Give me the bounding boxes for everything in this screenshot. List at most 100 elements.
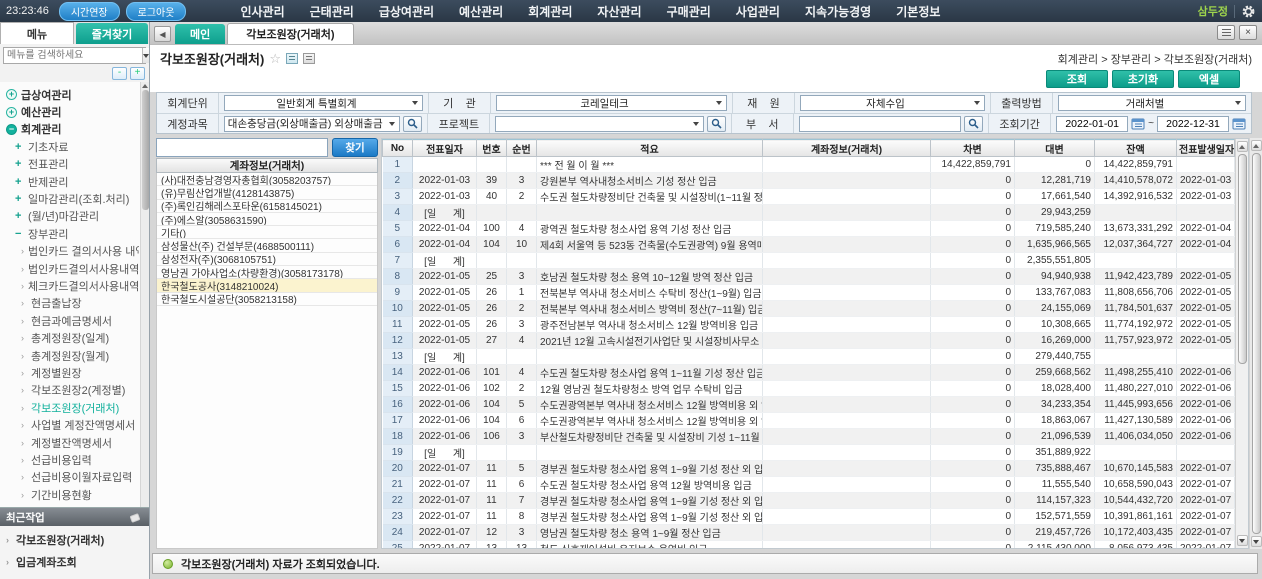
sidebar-item[interactable]: ›총계정원장(월계) [21,347,139,364]
table-row[interactable]: 22022-01-03393강원본부 역사내청소서비스 기성 정산 입금012,… [383,173,1235,189]
table-row[interactable]: 142022-01-061014수도권 철도차량 청소사업 용역 1~11월 기… [383,365,1235,381]
tab-list-icon[interactable] [1217,25,1235,40]
table-row[interactable]: 4[일 계]029,943,259 [383,205,1235,221]
accounting-unit-select[interactable]: 일반회계 특별회계 [224,95,423,111]
table-row[interactable]: 202022-01-07115경부권 철도차량 청소사업 용역 1~9월 기성 … [383,461,1235,477]
table-row[interactable]: 212022-01-07116수도권 철도차량 청소사업 용역 12월 방역비용… [383,477,1235,493]
grid-column-header[interactable]: 차변 [931,140,1015,157]
collapse-all-button[interactable]: - [112,67,127,80]
clear-recent-icon[interactable] [130,512,143,523]
sidebar-item[interactable]: +급상여관리 [6,86,139,103]
grid-column-header[interactable]: 대변 [1015,140,1095,157]
table-row[interactable]: 152022-01-06102212월 영남권 철도차량청소 방역 업무 수탁비… [383,381,1235,397]
expand-icon[interactable]: + [15,158,24,170]
sidebar-item[interactable]: ›각보조원장(거래처) [21,399,139,416]
favorite-star-icon[interactable]: ☆ [269,53,281,65]
capture-icon[interactable] [286,53,298,64]
top-menu-item[interactable]: 구매관리 [667,3,711,20]
calendar-icon[interactable] [1232,117,1246,130]
grid-column-header[interactable]: 순번 [507,140,537,157]
sidebar-item[interactable]: +예산관리 [6,103,139,120]
tab-back-icon[interactable]: ◀ [154,26,171,42]
grid-column-header[interactable]: 전표일자 [413,140,477,157]
scroll-up-icon[interactable] [1237,141,1248,152]
table-row[interactable]: 112022-01-05263광주전남본부 역사내 청소서비스 12월 방역비용… [383,317,1235,333]
output-method-select[interactable]: 거래처별 [1058,95,1246,111]
tree-scrollbar[interactable] [140,82,149,507]
table-row[interactable]: 52022-01-041004광역권 철도차량 청소사업 용역 기성 정산 입금… [383,221,1235,237]
sidebar-item[interactable]: ›법인카드결의서사용내역2 [21,260,139,277]
top-menu-item[interactable]: 자산관리 [597,3,641,20]
grid-column-header[interactable]: No [383,140,413,157]
popup-icon[interactable] [303,53,315,64]
sidebar-item[interactable]: +전표관리 [15,156,139,173]
search-button[interactable]: 조회 [1046,70,1108,88]
collapse-icon[interactable]: − [6,124,17,135]
sidebar-item[interactable]: ›계정별원장 [21,364,139,381]
account-row[interactable]: 한국철도공사(3148210024) [157,279,377,292]
table-row[interactable]: 32022-01-03402수도권 철도차량정비단 건축물 및 시설장비(1~1… [383,189,1235,205]
top-menu-item[interactable]: 근태관리 [310,3,354,20]
agency-select[interactable]: 코레일테크 [496,95,727,111]
table-row[interactable]: 7[일 계]02,355,551,805 [383,253,1235,269]
sidebar-item[interactable]: +일마감관리(조회.처리) [15,190,139,207]
sidebar-tab-menu[interactable]: 메뉴 [0,22,74,44]
account-row[interactable]: 삼성전자(주)(3068105751) [157,253,377,266]
sidebar-item[interactable]: ›현금과예금명세서 [21,312,139,329]
logout-button[interactable]: 로그아웃 [126,2,187,21]
scroll-down-icon[interactable] [1251,536,1262,547]
department-search-icon[interactable] [964,116,983,132]
fund-select[interactable]: 자체수입 [800,95,985,111]
grid-scrollbar[interactable] [1235,139,1248,548]
account-row[interactable]: (주)록인김해레스포타운(6158145021) [157,200,377,213]
collapse-icon[interactable]: − [15,228,24,240]
top-menu-item[interactable]: 기본정보 [896,3,940,20]
grid-column-header[interactable]: 계좌정보(거래처) [763,140,931,157]
gear-icon[interactable] [1241,4,1256,19]
sidebar-item[interactable]: ›총계정원장(일계) [21,329,139,346]
scroll-down-icon[interactable] [1237,535,1248,546]
menu-search-dropdown-icon[interactable] [142,48,149,63]
grid-column-header[interactable]: 잔액 [1095,140,1177,157]
account-filter-input[interactable] [156,138,328,157]
table-row[interactable]: 242022-01-07123영남권 철도차량 청소 용역 1~9월 정산 입금… [383,525,1235,541]
sidebar-item[interactable]: −회계관리 [6,121,139,138]
grid-column-header[interactable]: 적요 [537,140,763,157]
table-row[interactable]: 1*** 전 월 이 월 ***14,422,859,791014,422,85… [383,157,1235,173]
account-row[interactable]: 기타() [157,226,377,239]
table-row[interactable]: 172022-01-061046수도권광역본부 역사내 청소서비스 12월 방역… [383,413,1235,429]
sidebar-item[interactable]: ›법인카드 결의서사용 내역 [21,243,139,260]
sidebar-item[interactable]: ›계정별잔액명세서 [21,434,139,451]
expand-icon[interactable]: + [15,210,24,222]
page-scrollbar[interactable] [1249,138,1262,549]
table-row[interactable]: 62022-01-0410410제4회 서울역 등 523동 건축물(수도권광역… [383,237,1235,253]
table-row[interactable]: 162022-01-061045수도권광역본부 역사내 청소서비스 12월 방역… [383,397,1235,413]
top-menu-item[interactable]: 예산관리 [459,3,503,20]
expand-icon[interactable]: + [15,176,24,188]
account-row[interactable]: 한국철도시설공단(3058213158) [157,293,377,306]
top-menu-item[interactable]: 사업관리 [736,3,780,20]
scroll-up-icon[interactable] [1251,140,1262,151]
sidebar-tab-favorites[interactable]: 즐겨찾기 [76,23,148,44]
recent-work-item[interactable]: ›각보조원장(거래처) [0,529,149,551]
top-menu-item[interactable]: 지속가능경영 [805,3,871,20]
period-to-input[interactable]: 2022-12-31 [1157,116,1229,132]
sidebar-item[interactable]: ›체크카드결의서사용내역 [21,277,139,294]
sidebar-item[interactable]: ›기간비용현황 [21,486,139,503]
scroll-up-icon[interactable] [142,84,148,88]
account-row[interactable]: (주)에스알(3058631590) [157,213,377,226]
account-row[interactable]: (유)무림산업개발(4128143875) [157,186,377,199]
top-menu-item[interactable]: 급상여관리 [379,3,434,20]
tab-main[interactable]: 메인 [175,24,225,44]
account-search-icon[interactable] [403,116,422,132]
tab-subledger[interactable]: 각보조원장(거래처) [227,23,353,44]
sidebar-item[interactable]: ›선급비용이월자료입력 [21,469,139,486]
calendar-icon[interactable] [1131,117,1145,130]
reset-button[interactable]: 초기화 [1112,70,1174,88]
sidebar-item[interactable]: ›현금출납장 [21,295,139,312]
time-extend-button[interactable]: 시간연장 [59,2,120,21]
table-row[interactable]: 13[일 계]0279,440,755 [383,349,1235,365]
department-input[interactable] [799,116,961,132]
sidebar-item[interactable]: +(월/년)마감관리 [15,208,139,225]
expand-icon[interactable]: + [15,141,24,153]
